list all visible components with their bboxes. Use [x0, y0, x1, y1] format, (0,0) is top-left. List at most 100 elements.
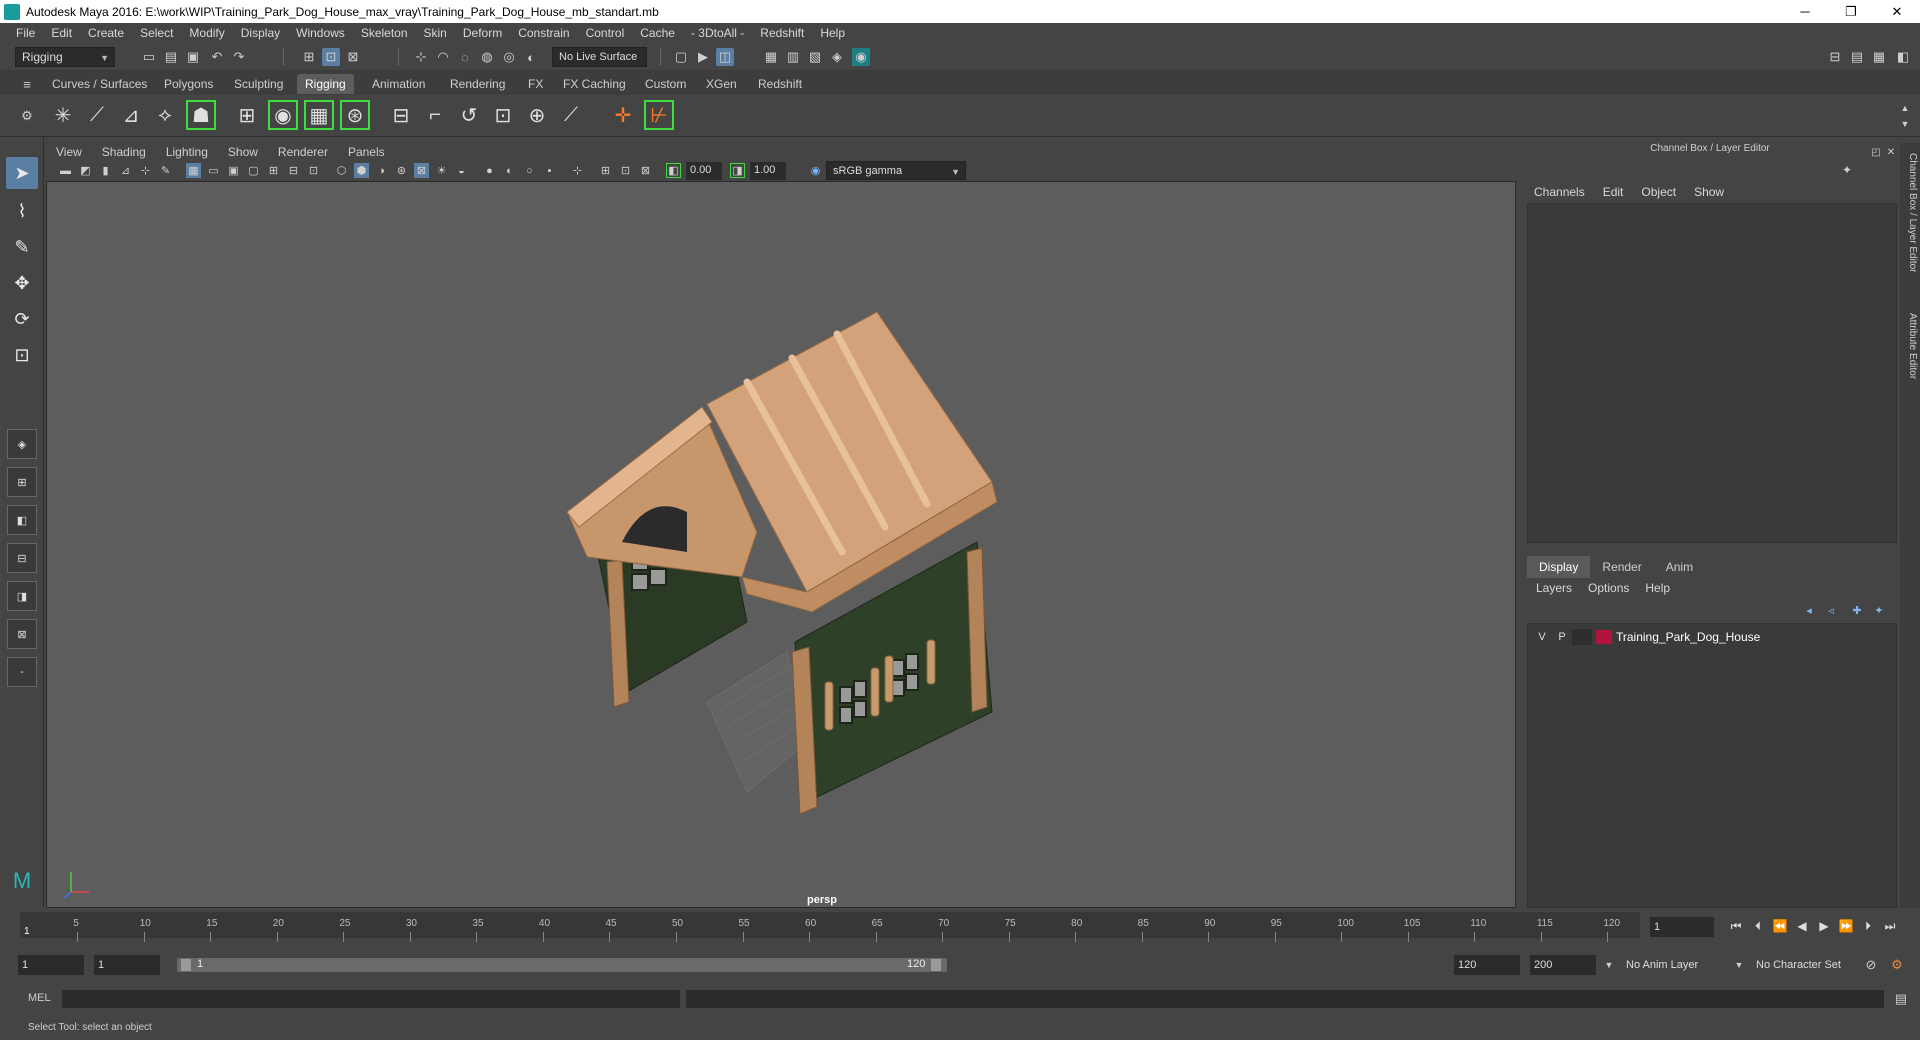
scale-constraint-icon[interactable]: ⊡ — [488, 100, 518, 130]
side-tab-attribute-editor[interactable]: Attribute Editor — [1902, 313, 1918, 379]
snap-view-plane-icon[interactable]: ◍ — [478, 48, 496, 66]
menu-skin[interactable]: Skin — [416, 26, 455, 40]
anim-layer-dropdown[interactable]: No Anim Layer — [1622, 955, 1742, 975]
close-button[interactable]: ✕ — [1874, 0, 1920, 23]
panel-menu-show[interactable]: Show — [218, 145, 268, 159]
gamma-field[interactable]: 1.00 — [750, 162, 786, 180]
persp-hypershade-icon[interactable]: ⊠ — [7, 619, 37, 649]
save-scene-icon[interactable]: ▣ — [184, 48, 202, 66]
chevron-down-icon[interactable]: ▼ — [1730, 956, 1748, 974]
move-tool-icon[interactable]: ✥ — [6, 267, 38, 299]
command-input[interactable] — [62, 990, 680, 1008]
shelf-tab-rigging[interactable]: Rigging — [297, 74, 354, 94]
shelf-settings-icon[interactable]: ⚙ — [18, 107, 36, 125]
play-backward-icon[interactable]: ◀ — [1794, 918, 1810, 934]
cb-menu-channels[interactable]: Channels — [1534, 185, 1585, 199]
layer-playback-toggle[interactable]: P — [1552, 629, 1572, 645]
smooth-shade-icon[interactable]: ⬢ — [354, 163, 369, 178]
smooth-bind-icon[interactable]: ◉ — [268, 100, 298, 130]
minimize-button[interactable]: ─ — [1782, 0, 1828, 23]
anti-aliasing-icon[interactable]: ○ — [522, 163, 537, 178]
shelf-tab-animation[interactable]: Animation — [364, 74, 433, 94]
wireframe-on-shaded-icon[interactable]: ⊛ — [394, 163, 409, 178]
attribute-editor-icon[interactable]: ▦ — [1870, 48, 1888, 66]
layer-tab-render[interactable]: Render — [1590, 556, 1653, 578]
redo-icon[interactable]: ↷ — [230, 48, 248, 66]
textured-icon[interactable]: ⊠ — [414, 163, 429, 178]
channel-box-options-icon[interactable]: ✦ — [1838, 161, 1856, 179]
menu-select[interactable]: Select — [132, 26, 181, 40]
step-forward-key-icon[interactable]: ⏵ — [1860, 918, 1876, 934]
menu-3dtoall[interactable]: - 3DtoAll - — [683, 26, 752, 40]
lasso-tool-icon[interactable]: ⌇ — [6, 195, 38, 227]
colorspace-dropdown[interactable]: sRGB gamma ▼ — [826, 161, 966, 180]
snap-curve-icon[interactable]: ◠ — [434, 48, 452, 66]
safe-action-icon[interactable]: ⊟ — [286, 163, 301, 178]
pole-vector-icon[interactable]: ⟋ — [556, 100, 586, 130]
modeling-toolkit-icon[interactable]: ▤ — [1848, 48, 1866, 66]
panel-menu-shading[interactable]: Shading — [92, 145, 156, 159]
xray-components-icon[interactable]: ⊠ — [638, 163, 653, 178]
le-menu-options[interactable]: Options — [1588, 581, 1629, 595]
side-tab-channel-box[interactable]: Channel Box / Layer Editor — [1902, 153, 1918, 273]
motion-blur-icon[interactable]: ◐ — [502, 163, 517, 178]
2d-pan-zoom-icon[interactable]: ⊹ — [138, 163, 153, 178]
shelf-tab-custom[interactable]: Custom — [637, 74, 694, 94]
step-forward-frame-icon[interactable]: ⏩ — [1838, 918, 1854, 934]
scale-tool-icon[interactable]: ⊡ — [6, 339, 38, 371]
step-back-key-icon[interactable]: ⏴ — [1750, 918, 1766, 934]
menu-skeleton[interactable]: Skeleton — [353, 26, 416, 40]
ipr-render-icon[interactable]: ◫ — [716, 48, 734, 66]
xray-icon[interactable]: ⊞ — [598, 163, 613, 178]
step-back-frame-icon[interactable]: ⏪ — [1772, 918, 1788, 934]
shelf-tab-redshift[interactable]: Redshift — [750, 74, 810, 94]
menu-control[interactable]: Control — [578, 26, 633, 40]
panel-menu-lighting[interactable]: Lighting — [156, 145, 218, 159]
menu-create[interactable]: Create — [80, 26, 132, 40]
ik-spline-icon[interactable]: ⟡ — [150, 100, 180, 130]
depth-of-field-icon[interactable]: ▪ — [542, 163, 557, 178]
persp-outliner-icon[interactable]: ◨ — [7, 581, 37, 611]
menu-help[interactable]: Help — [812, 26, 853, 40]
menu-edit[interactable]: Edit — [43, 26, 80, 40]
rotate-tool-icon[interactable]: ⟳ — [6, 303, 38, 335]
ik-handle-icon[interactable]: ⊿ — [116, 100, 146, 130]
select-camera-icon[interactable]: ▬ — [58, 163, 73, 178]
select-by-component-icon[interactable]: ⊠ — [344, 48, 362, 66]
undo-icon[interactable]: ↶ — [208, 48, 226, 66]
range-handle-start[interactable] — [181, 959, 191, 971]
render-view-icon[interactable]: ▧ — [806, 48, 824, 66]
cb-menu-show[interactable]: Show — [1694, 185, 1724, 199]
field-chart-icon[interactable]: ⊞ — [266, 163, 281, 178]
persp-graph-icon[interactable]: ⊟ — [7, 543, 37, 573]
menu-file[interactable]: File — [8, 26, 43, 40]
playback-start-field[interactable]: 1 — [94, 955, 160, 975]
single-view-icon[interactable]: ◈ — [7, 429, 37, 459]
cb-menu-object[interactable]: Object — [1641, 185, 1676, 199]
play-forward-icon[interactable]: ▶ — [1816, 918, 1832, 934]
hik-character-icon[interactable]: ⊬ — [644, 100, 674, 130]
parent-constraint-icon[interactable]: ⊟ — [386, 100, 416, 130]
exposure-icon[interactable]: ◧ — [666, 163, 681, 178]
screen-space-ao-icon[interactable]: ● — [482, 163, 497, 178]
animation-start-field[interactable]: 1 — [18, 955, 84, 975]
layer-visibility-toggle[interactable]: V — [1532, 629, 1552, 645]
shelf-tab-fx-caching[interactable]: FX Caching — [555, 74, 634, 94]
snap-live-icon[interactable]: ◎ — [500, 48, 518, 66]
script-editor-icon[interactable]: ▤ — [1892, 990, 1910, 1008]
panel-menu-view[interactable]: View — [46, 145, 92, 159]
menu-display[interactable]: Display — [233, 26, 288, 40]
side-by-side-icon[interactable]: ◧ — [7, 505, 37, 535]
cluster-icon[interactable]: ⊛ — [340, 100, 370, 130]
redshift-ipr-icon[interactable]: ◉ — [852, 48, 870, 66]
use-default-material-icon[interactable]: ◑ — [374, 163, 389, 178]
restore-button[interactable]: ❐ — [1828, 0, 1874, 23]
toolbox-more-icon[interactable]: - — [7, 657, 37, 687]
gamma-icon[interactable]: ◨ — [730, 163, 745, 178]
render-current-icon[interactable]: ▶ — [694, 48, 712, 66]
open-scene-icon[interactable]: ▤ — [162, 48, 180, 66]
anim-preferences-icon[interactable]: ⚙ — [1888, 956, 1906, 974]
layer-color-swatch[interactable] — [1596, 630, 1612, 644]
use-all-lights-icon[interactable]: ☀ — [434, 163, 449, 178]
le-menu-layers[interactable]: Layers — [1536, 581, 1572, 595]
